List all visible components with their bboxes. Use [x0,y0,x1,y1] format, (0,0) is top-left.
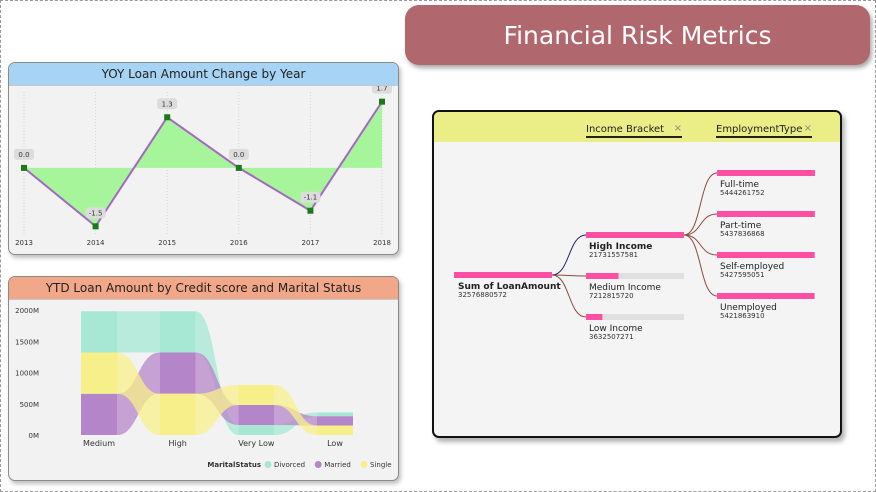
x-tick-label: 2016 [230,239,248,247]
column-segment[interactable] [81,311,117,353]
column-segment[interactable] [317,416,353,426]
column-segment[interactable] [238,425,275,435]
remove-level-icon[interactable]: × [804,123,812,134]
tree-bar[interactable] [717,211,815,217]
data-point[interactable] [164,114,171,121]
legend-swatch [314,461,322,468]
data-point[interactable] [235,164,242,171]
ytd-chart-title: YTD Loan Amount by Credit score and Mari… [9,277,398,300]
tree-connector [551,234,587,276]
level-income-bracket[interactable]: Income Bracket × [586,123,682,138]
legend-swatch [264,461,272,468]
data-point[interactable] [307,207,314,214]
page-title: Financial Risk Metrics [405,5,870,65]
column-segment[interactable] [159,352,196,394]
tree-root-value: 32576880572 [458,291,507,299]
data-point[interactable] [92,223,99,230]
x-tick-label: 2015 [158,239,176,247]
tree-bar[interactable] [717,170,815,176]
y-tick-label: 500M [20,401,39,409]
decomposition-tree[interactable]: Sum of LoanAmount32576880572High Income2… [434,142,836,432]
data-point[interactable] [21,164,27,171]
y-tick-label: 2000M [15,307,39,315]
tree-bar[interactable] [586,314,603,320]
x-tick-label: 2013 [15,239,33,247]
column-segment[interactable] [317,412,353,417]
tree-node-value: 5444261752 [720,189,765,197]
data-label: 0.0 [18,151,29,159]
data-label: 0.0 [233,151,244,159]
data-label: 1.7 [376,86,387,93]
column-segment[interactable] [159,311,196,353]
tree-bar[interactable] [586,273,619,279]
level-employment-type-label: EmploymentType [716,124,803,135]
yoy-chart-card[interactable]: YOY Loan Amount Change by Year 0.0 2013 -1… [8,62,399,255]
legend-title: MaritalStatus [207,461,261,469]
y-tick-label: 1000M [15,370,39,378]
x-tick-label: Very Low [238,439,275,448]
tree-node-value: 7212815720 [589,292,634,300]
level-income-bracket-label: Income Bracket [586,124,665,135]
tree-bar[interactable] [586,232,684,238]
ytd-ribbon-chart[interactable]: 0M 500M 1000M 1500M 2000M Medium High Very Low L… [9,300,398,480]
legend-item-single: Single [370,461,392,469]
x-tick-label: 2017 [301,239,319,247]
data-label: 1.3 [162,100,173,108]
tree-node-value: 5437836868 [720,230,765,238]
legend-item-divorced: Divorced [274,461,305,469]
tree-level-header: Income Bracket × EmploymentType × [434,112,840,142]
yoy-line-chart[interactable]: 0.0 2013 -1.5 2014 1.3 2015 0.0 2016 -1.1 2017 1.7… [9,82,398,254]
legend-item-married: Married [324,461,351,469]
remove-level-icon[interactable]: × [674,123,682,134]
data-label: -1.1 [304,194,318,202]
tree-node-value: 5427595051 [720,271,765,279]
yoy-chart-title: YOY Loan Amount Change by Year [9,63,398,86]
level-employment-type[interactable]: EmploymentType × [716,123,812,138]
x-tick-label: 2018 [373,239,391,247]
tree-connector [683,213,718,236]
column-segment[interactable] [317,425,353,435]
tree-connector [683,172,718,236]
x-tick-label: Low [327,439,343,448]
decomposition-tree-card[interactable]: Income Bracket × EmploymentType × Sum of… [432,110,842,438]
ribbon-divorced[interactable] [117,311,160,353]
tree-connector [683,234,718,256]
tree-node-value: 5421863910 [720,312,765,320]
data-label: -1.5 [89,209,103,217]
yoy-area [24,101,382,227]
tree-node-value: 21731557581 [589,251,638,259]
column-segment[interactable] [81,393,117,435]
ytd-chart-card[interactable]: YTD Loan Amount by Credit score and Mari… [8,276,399,481]
data-point[interactable] [379,98,385,105]
tree-root-bar[interactable] [454,272,552,278]
x-tick-label: 2014 [87,239,105,247]
column-segment[interactable] [238,385,275,405]
x-tick-label: Medium [83,439,115,448]
x-tick-label: High [168,439,186,448]
tree-bar[interactable] [717,293,815,299]
column-segment[interactable] [238,405,275,425]
tree-bar[interactable] [717,252,815,258]
column-segment[interactable] [81,352,117,394]
y-tick-label: 1500M [15,338,39,346]
column-segment[interactable] [159,393,196,435]
legend-swatch [360,461,368,468]
y-tick-label: 0M [29,432,40,440]
tree-node-value: 3632507271 [589,333,634,341]
tree-connector [683,234,718,297]
